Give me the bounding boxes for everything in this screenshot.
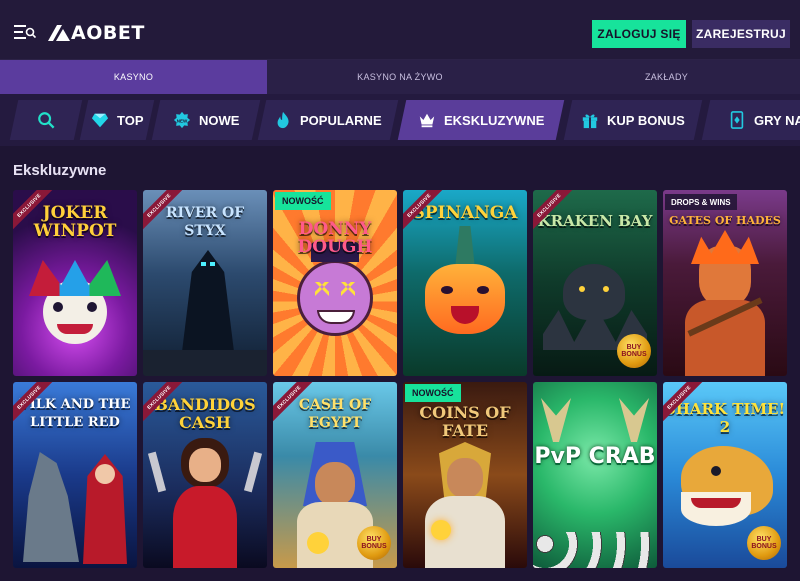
game-tile[interactable]: DONNY DOUGH NOWOŚĆ: [273, 190, 397, 376]
category-label: GRY NA: [754, 112, 800, 128]
game-tile[interactable]: RIVER OF STYX EXCLUSIVE: [143, 190, 267, 376]
section-title: Ekskluzywne: [13, 162, 107, 179]
game-tile[interactable]: BANDIDOS CASH EXCLUSIVE: [143, 382, 267, 568]
logo[interactable]: AOBET: [48, 22, 145, 44]
flame-icon: [277, 111, 289, 129]
game-title: DONNY DOUGH: [297, 219, 373, 257]
game-tile[interactable]: SHARK TIME! 2 EXCLUSIVE BUY BONUS: [663, 382, 787, 568]
category-label: KUP BONUS: [607, 112, 685, 128]
game-tile[interactable]: PvP CRAB: [533, 382, 657, 568]
crown-icon: [419, 113, 434, 128]
menu-search-icon[interactable]: [14, 25, 36, 39]
search-icon: [38, 112, 55, 129]
new-badge: NOWOŚĆ: [275, 192, 331, 210]
game-title: SHARK TIME! 2: [664, 400, 786, 436]
login-button[interactable]: ZALOGUJ SIĘ: [592, 20, 686, 48]
game-title: COINS OF FATE: [419, 403, 511, 440]
game-tile[interactable]: CASH OF EGYPT EXCLUSIVE BUY BONUS: [273, 382, 397, 568]
category-table-games[interactable]: GRY NA: [701, 100, 800, 140]
category-label: TOP: [116, 112, 144, 128]
svg-text:NEW: NEW: [177, 118, 188, 123]
game-tile[interactable]: KRAKEN BAY EXCLUSIVE BUY BONUS: [533, 190, 657, 376]
register-button[interactable]: ZAREJESTRUJ: [692, 20, 790, 48]
game-tile[interactable]: SPINANGA EXCLUSIVE: [403, 190, 527, 376]
tab-casino[interactable]: KASYNO: [0, 60, 267, 94]
logo-text: AOBET: [71, 22, 145, 44]
game-tile[interactable]: JOKER WINPOT EXCLUSIVE: [13, 190, 137, 376]
logo-mark-icon: [48, 25, 70, 41]
category-bar: TOP NEW NOWE POPULARNE EKSKLUZYWNE KUP B…: [0, 94, 800, 146]
diamond-icon: [91, 113, 108, 128]
category-buy-bonus[interactable]: KUP BONUS: [563, 100, 703, 140]
game-tile[interactable]: COINS OF FATE NOWOŚĆ: [403, 382, 527, 568]
game-title: PvP CRAB: [534, 444, 656, 469]
category-new[interactable]: NEW NOWE: [151, 100, 261, 140]
category-label: NOWE: [198, 112, 240, 128]
drops-and-wins-badge: DROPS & WINS: [665, 194, 737, 210]
tab-sports-bets[interactable]: ZAKŁADY: [533, 60, 800, 94]
category-label: POPULARNE: [300, 112, 382, 128]
buy-bonus-badge: BUY BONUS: [617, 334, 651, 368]
gift-icon: [582, 114, 598, 129]
buy-bonus-badge: BUY BONUS: [747, 526, 781, 560]
card-icon: [730, 111, 744, 129]
category-top[interactable]: TOP: [79, 100, 155, 140]
category-label: EKSKLUZYWNE: [443, 112, 545, 128]
game-tile[interactable]: GATES OF HADES DROPS & WINS: [663, 190, 787, 376]
top-header: AOBET ZALOGUJ SIĘ ZAREJESTRUJ: [0, 0, 800, 60]
game-tile[interactable]: VILK AND THE LITTLE RED EXCLUSIVE: [13, 382, 137, 568]
main-nav: KASYNO KASYNO NA ŻYWO ZAKŁADY: [0, 60, 800, 94]
category-popular[interactable]: POPULARNE: [257, 100, 399, 140]
game-title: KRAKEN BAY: [537, 212, 653, 230]
category-search[interactable]: [9, 100, 83, 140]
new-badge-icon: NEW: [173, 111, 190, 129]
new-badge: NOWOŚĆ: [405, 384, 461, 402]
category-exclusive[interactable]: EKSKLUZYWNE: [397, 100, 565, 140]
tab-live-casino[interactable]: KASYNO NA ŻYWO: [267, 60, 533, 94]
game-title: GATES OF HADES: [669, 214, 781, 227]
buy-bonus-badge: BUY BONUS: [357, 526, 391, 560]
